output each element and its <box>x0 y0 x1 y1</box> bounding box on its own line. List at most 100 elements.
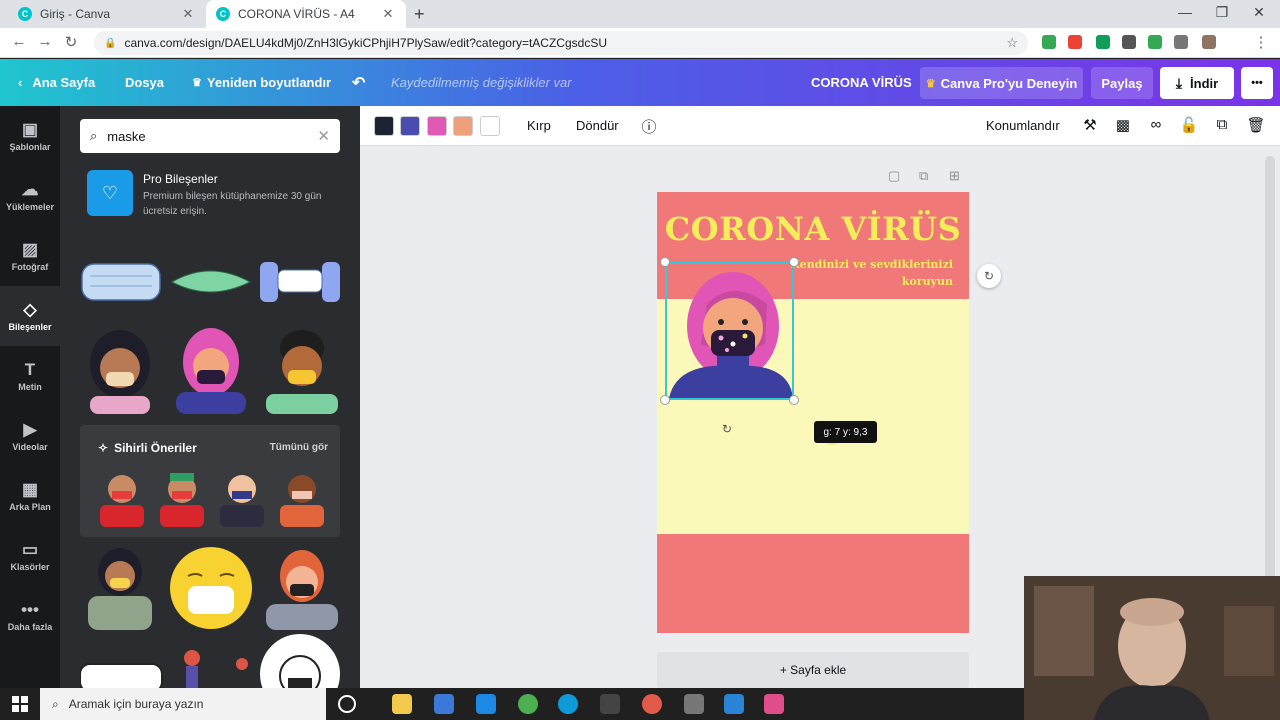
file-label: Dosya <box>125 75 165 90</box>
rail-item-text[interactable]: T Metin <box>0 346 60 406</box>
try-pro-button[interactable]: ♛ Canva Pro'yu Deneyin <box>920 67 1083 99</box>
url-field[interactable]: 🔒 canva.com/design/DAELU4kdMj0/ZnH3lGyki… <box>94 31 1028 55</box>
position-button[interactable]: Konumlandır <box>986 118 1060 133</box>
undo-icon[interactable]: ↶ <box>352 59 365 106</box>
taskbar-search[interactable]: ⌕ Aramak için buraya yazın <box>40 688 326 720</box>
design-page[interactable]: CORONA VİRÜS Kendinizi ve sevdiklerinizi… <box>657 192 969 633</box>
color-swatch[interactable] <box>480 116 500 136</box>
search-input[interactable]: ⌕ maske ✕ <box>80 119 340 153</box>
check-extension-icon[interactable] <box>1148 35 1162 49</box>
puzzle-icon[interactable] <box>1174 35 1188 49</box>
windows-start-icon[interactable] <box>12 696 28 712</box>
bookmark-star-icon[interactable]: ☆ <box>1006 35 1018 51</box>
video-app-icon[interactable] <box>764 694 784 714</box>
home-button[interactable]: ‹ Ana Sayfa <box>18 59 95 106</box>
rail-item-videos[interactable]: ▶ Videolar <box>0 406 60 466</box>
back-icon[interactable]: ← <box>8 33 30 50</box>
file-explorer-icon[interactable] <box>392 694 412 714</box>
page-notes-icon[interactable]: ▢ <box>888 168 900 184</box>
trash-icon[interactable]: 🗑 <box>1246 116 1266 134</box>
edge-icon[interactable] <box>558 694 578 714</box>
page-add-icon[interactable]: ⊞ <box>949 168 960 184</box>
color-swatch[interactable] <box>427 116 447 136</box>
mail-icon[interactable] <box>476 694 496 714</box>
rotate-handle-icon[interactable]: ↻ <box>722 422 732 436</box>
duplicate-icon[interactable]: ⧉ <box>1212 116 1232 133</box>
resize-handle-top-left[interactable] <box>660 257 670 267</box>
profile-avatar[interactable] <box>1202 35 1216 49</box>
lock-icon[interactable]: 🔓 <box>1179 116 1199 134</box>
page-heading[interactable]: CORONA VİRÜS <box>657 210 969 248</box>
flip-button[interactable]: Döndür <box>576 118 619 133</box>
resize-handle-bottom-right[interactable] <box>789 395 799 405</box>
surgical-mask-thumbnail <box>81 263 161 301</box>
resize-handle-bottom-left[interactable] <box>660 395 670 405</box>
add-page-button[interactable]: + Sayfa ekle <box>657 652 969 688</box>
maximize-icon[interactable]: ❐ <box>1207 4 1237 21</box>
transparency-icon[interactable]: ▩ <box>1113 116 1133 134</box>
minimize-icon[interactable]: — <box>1170 4 1200 20</box>
rail-label: Fotoğraf <box>11 261 49 272</box>
more-options-button[interactable]: ••• <box>1241 67 1273 99</box>
rail-item-photos[interactable]: ▨ Fotoğraf <box>0 226 60 286</box>
store-icon[interactable] <box>434 694 454 714</box>
mask-outline-thumbnail <box>80 663 163 688</box>
app-icon[interactable] <box>724 694 744 714</box>
download-button[interactable]: ⤓ İndir <box>1160 67 1234 99</box>
mask-results-row[interactable] <box>80 256 342 306</box>
more-mask-results[interactable] <box>80 546 342 688</box>
share-button[interactable]: Paylaş <box>1091 67 1153 99</box>
close-tab-icon[interactable]: ✕ <box>180 6 196 22</box>
extension-icon[interactable] <box>1042 35 1056 49</box>
masked-face-circle-thumbnail <box>260 634 340 688</box>
color-swatch[interactable] <box>400 116 420 136</box>
obs-icon[interactable] <box>600 694 620 714</box>
rail-label: Metin <box>18 381 42 392</box>
sheets-extension-icon[interactable] <box>1096 35 1110 49</box>
reload-icon[interactable]: ↻ <box>60 33 82 51</box>
page-duplicate-icon[interactable]: ⧉ <box>919 168 928 184</box>
close-tab-icon[interactable]: ✕ <box>380 6 396 22</box>
rail-item-templates[interactable]: ▣ Şablonlar <box>0 106 60 166</box>
info-icon[interactable]: ⓘ <box>639 116 659 137</box>
resize-handle-top-right[interactable] <box>789 257 799 267</box>
rail-item-elements[interactable]: ◇ Bileşenler <box>0 286 60 346</box>
color-swatch[interactable] <box>374 116 394 136</box>
rail-item-background[interactable]: ▦ Arka Plan <box>0 466 60 526</box>
link-icon[interactable]: ∞ <box>1146 116 1166 133</box>
pro-elements-title[interactable]: Pro Bileşenler <box>143 172 218 186</box>
clear-search-icon[interactable]: ✕ <box>317 127 330 145</box>
cortana-icon[interactable] <box>338 695 356 713</box>
extension-icon[interactable] <box>1068 35 1082 49</box>
chrome-profile-icon[interactable] <box>642 694 662 714</box>
file-menu-button[interactable]: Dosya <box>125 59 164 106</box>
rail-item-uploads[interactable]: ☁ Yüklemeler <box>0 166 60 226</box>
magic-suggestion-row[interactable] <box>92 469 332 527</box>
copy-style-icon[interactable]: ⚒ <box>1080 116 1100 134</box>
chrome-icon[interactable] <box>518 694 538 714</box>
chrome-menu-icon[interactable]: ⋮ <box>1250 33 1272 51</box>
color-swatch[interactable] <box>453 116 473 136</box>
masked-people-row[interactable] <box>80 326 342 414</box>
canva-favicon-icon: C <box>18 7 32 21</box>
see-all-link[interactable]: Tümünü gör <box>270 442 328 453</box>
new-tab-icon[interactable]: + <box>414 4 425 25</box>
pro-elements-icon[interactable]: ♡ <box>87 170 133 216</box>
network-app-icon[interactable] <box>684 694 704 714</box>
resize-button[interactable]: ♛ Yeniden boyutlandır <box>192 59 331 106</box>
tab-design[interactable]: C CORONA VİRÜS - A4 ✕ <box>206 0 406 28</box>
window-close-icon[interactable]: ✕ <box>1244 4 1274 21</box>
audio-extension-icon[interactable] <box>1122 35 1136 49</box>
tab-home[interactable]: C Giriş - Canva ✕ <box>8 0 206 28</box>
unsaved-status: Kaydedilmemiş değişiklikler var <box>391 75 572 90</box>
document-title[interactable]: CORONA VİRÜS <box>811 59 912 106</box>
man-mask-thumbnail <box>266 330 338 414</box>
rail-item-folders[interactable]: ▭ Klasörler <box>0 526 60 586</box>
lock-icon: 🔒 <box>104 37 117 49</box>
page-subheading[interactable]: Kendinizi ve sevdiklerinizi koruyun <box>790 256 953 290</box>
forward-icon[interactable]: → <box>34 33 56 50</box>
crop-button[interactable]: Kırp <box>527 118 551 133</box>
rail-item-more[interactable]: ••• Daha fazla <box>0 586 60 646</box>
crown-icon: ♛ <box>925 77 936 90</box>
comment-icon[interactable]: ↻ <box>977 264 1001 288</box>
